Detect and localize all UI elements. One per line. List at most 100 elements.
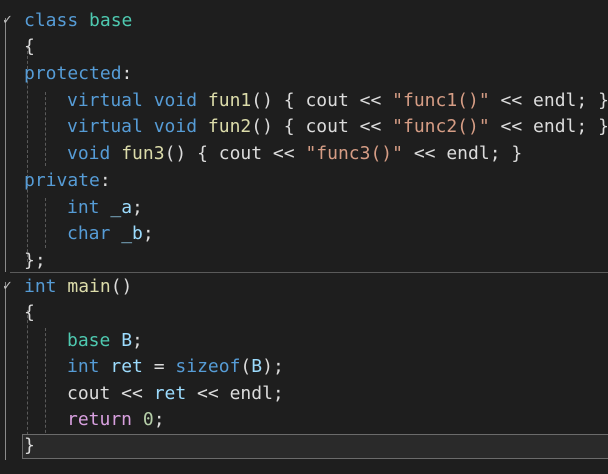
code-editor[interactable]: ✓ class base { protected: virtual void f…: [0, 0, 608, 474]
code-line-17[interactable]: }: [0, 433, 608, 459]
code-token: << endl; }: [489, 116, 608, 137]
code-token: ret: [110, 356, 143, 377]
code-line-5[interactable]: virtual void fun2() { cout << "func2()" …: [0, 114, 608, 140]
code-line-13[interactable]: base B;: [0, 328, 608, 354]
code-token: int: [67, 356, 100, 377]
line-content: void fun3() { cout << "func3()" << endl;…: [67, 141, 522, 167]
code-token: char: [67, 223, 111, 244]
code-token: virtual: [67, 116, 143, 137]
code-token: main: [67, 276, 111, 297]
code-token: _b: [121, 223, 143, 244]
code-token: void: [153, 90, 198, 111]
code-token: virtual: [67, 90, 143, 111]
line-content: class base: [24, 8, 132, 34]
line-content: char _b;: [67, 221, 154, 247]
code-token: );: [262, 356, 284, 377]
check-mark-fold-icon[interactable]: ✓: [2, 280, 13, 293]
code-line-6[interactable]: void fun3() { cout << "func3()" << endl;…: [0, 141, 608, 167]
code-token: ret: [153, 383, 187, 404]
code-token: _a: [110, 197, 133, 218]
line-content: int ret = sizeof(B);: [67, 354, 284, 380]
code-token: =: [142, 356, 176, 377]
code-token: (): [110, 276, 133, 297]
code-token: B: [121, 330, 133, 351]
code-token: << endl;: [186, 383, 284, 404]
code-token: "func3()": [305, 143, 403, 164]
code-token: base: [89, 10, 133, 31]
code-token: :: [99, 170, 111, 191]
code-token: ;: [132, 330, 143, 351]
code-token: private: [24, 170, 100, 191]
code-token: int: [24, 276, 57, 297]
code-token: ;: [153, 409, 165, 430]
code-line-4[interactable]: virtual void fun1() { cout << "func1()" …: [0, 88, 608, 114]
code-token: cout <<: [67, 383, 154, 404]
code-line-8[interactable]: int _a;: [0, 195, 608, 221]
code-token: void: [153, 116, 198, 137]
code-token: () { cout <<: [251, 116, 393, 137]
code-token: ;: [142, 223, 154, 244]
code-line-2[interactable]: {: [0, 34, 608, 60]
code-token: << endl; }: [403, 143, 523, 164]
code-token: int: [67, 197, 100, 218]
code-token: ;: [132, 197, 143, 218]
code-line-11[interactable]: ✓ int main(): [0, 274, 608, 300]
line-content: {: [24, 34, 35, 60]
code-token: fun3: [121, 143, 165, 164]
code-token: sizeof: [175, 356, 241, 377]
check-mark-fold-icon[interactable]: ✓: [2, 14, 13, 27]
line-content: return 0;: [67, 407, 165, 433]
code-line-1[interactable]: ✓ class base: [0, 8, 608, 34]
code-token: fun1: [207, 90, 252, 111]
line-content: virtual void fun2() { cout << "func2()" …: [67, 114, 608, 140]
code-line-16[interactable]: return 0;: [0, 407, 608, 433]
code-token: base: [67, 330, 111, 351]
code-line-12[interactable]: {: [0, 300, 608, 326]
code-token: () { cout <<: [251, 90, 393, 111]
code-token: "func2()": [392, 116, 490, 137]
line-content: };: [24, 248, 46, 274]
code-token: () { cout <<: [164, 143, 306, 164]
line-content: virtual void fun1() { cout << "func1()" …: [67, 88, 608, 114]
code-token: class: [24, 10, 79, 31]
code-token: }: [24, 435, 35, 456]
line-content: protected:: [24, 61, 132, 87]
code-line-14[interactable]: int ret = sizeof(B);: [0, 354, 608, 380]
line-content: {: [24, 300, 35, 326]
code-token: void: [67, 143, 111, 164]
code-token: protected: [24, 63, 122, 84]
line-content: base B;: [67, 328, 143, 354]
line-content: cout << ret << endl;: [67, 381, 284, 407]
line-content: }: [24, 433, 35, 459]
code-token: (: [240, 356, 252, 377]
code-line-10[interactable]: };: [0, 248, 608, 274]
code-token: fun2: [207, 116, 252, 137]
line-content: int main(): [24, 274, 132, 300]
code-line-7[interactable]: private:: [0, 168, 608, 194]
code-token: << endl; }: [489, 90, 608, 111]
code-line-9[interactable]: char _b;: [0, 221, 608, 247]
code-token: :: [121, 63, 133, 84]
code-token: {: [24, 302, 35, 323]
code-token: 0: [142, 409, 154, 430]
line-content: private:: [24, 168, 111, 194]
code-token: {: [24, 36, 35, 57]
code-token: B: [251, 356, 263, 377]
code-token: };: [24, 250, 46, 271]
code-line-3[interactable]: protected:: [0, 61, 608, 87]
code-line-15[interactable]: cout << ret << endl;: [0, 381, 608, 407]
line-content: int _a;: [67, 195, 143, 221]
code-token: "func1()": [392, 90, 490, 111]
